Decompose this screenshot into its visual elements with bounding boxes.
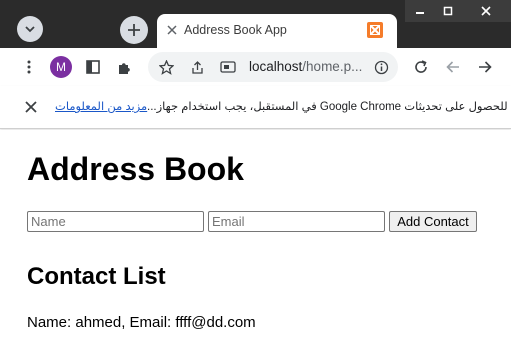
url-path: /home.p... (302, 59, 363, 74)
minimize-button[interactable] (405, 0, 434, 22)
url-text: localhost/home.p... (249, 59, 362, 74)
site-info-icon[interactable] (215, 54, 241, 80)
window-close-button[interactable] (461, 0, 511, 22)
menu-kebab-button[interactable] (16, 54, 42, 80)
bookmark-star-icon[interactable] (153, 54, 179, 80)
contact-list-heading: Contact List (27, 263, 166, 290)
back-button[interactable] (440, 54, 466, 80)
tab-close-icon[interactable] (165, 23, 179, 37)
profile-avatar[interactable]: M (50, 56, 72, 78)
address-bar[interactable]: localhost/home.p... (148, 52, 398, 82)
close-icon (481, 6, 491, 16)
contact-list-item: Name: ahmed, Email: ffff@dd.com (27, 314, 256, 331)
browser-title-bar: Address Book App (0, 0, 511, 48)
reload-icon (415, 60, 427, 73)
side-panel-button[interactable] (80, 54, 106, 80)
extensions-button[interactable] (111, 54, 137, 80)
infobar-message: للحصول على تحديثات Google Chrome في المس… (147, 101, 508, 113)
update-infobar: مزيد من المعلومات للحصول على تحديثات Goo… (0, 86, 511, 129)
infobar-close-icon[interactable] (22, 98, 40, 116)
page-title: Address Book (27, 151, 244, 187)
reload-button[interactable] (408, 54, 434, 80)
chevron-down-icon (25, 26, 35, 33)
tab-search-button[interactable] (17, 16, 43, 42)
tab-title: Address Book App (184, 23, 287, 37)
forward-button[interactable] (472, 54, 498, 80)
new-tab-button[interactable] (120, 16, 148, 44)
maximize-button[interactable] (434, 0, 461, 22)
browser-toolbar: M localhost/home.p... (0, 48, 511, 86)
maximize-icon (443, 6, 452, 16)
share-icon[interactable] (184, 54, 210, 80)
arrow-left-icon (446, 61, 459, 73)
page-content: Address Book Add Contact Contact List Na… (0, 130, 511, 360)
add-contact-button[interactable]: Add Contact (389, 211, 477, 232)
minimize-icon (415, 12, 424, 14)
learn-more-link[interactable]: مزيد من المعلومات (55, 99, 147, 113)
email-input[interactable] (208, 211, 385, 232)
url-host: localhost (249, 59, 303, 74)
xampp-favicon-icon (367, 22, 383, 38)
puzzle-icon (118, 62, 130, 74)
more-vert-icon (27, 60, 31, 74)
browser-tab[interactable]: Address Book App (157, 14, 397, 48)
page-info-icon[interactable] (368, 54, 394, 80)
name-input[interactable] (27, 211, 204, 232)
arrow-right-icon (479, 61, 492, 73)
plus-icon (128, 24, 140, 36)
side-panel-icon (86, 60, 100, 74)
